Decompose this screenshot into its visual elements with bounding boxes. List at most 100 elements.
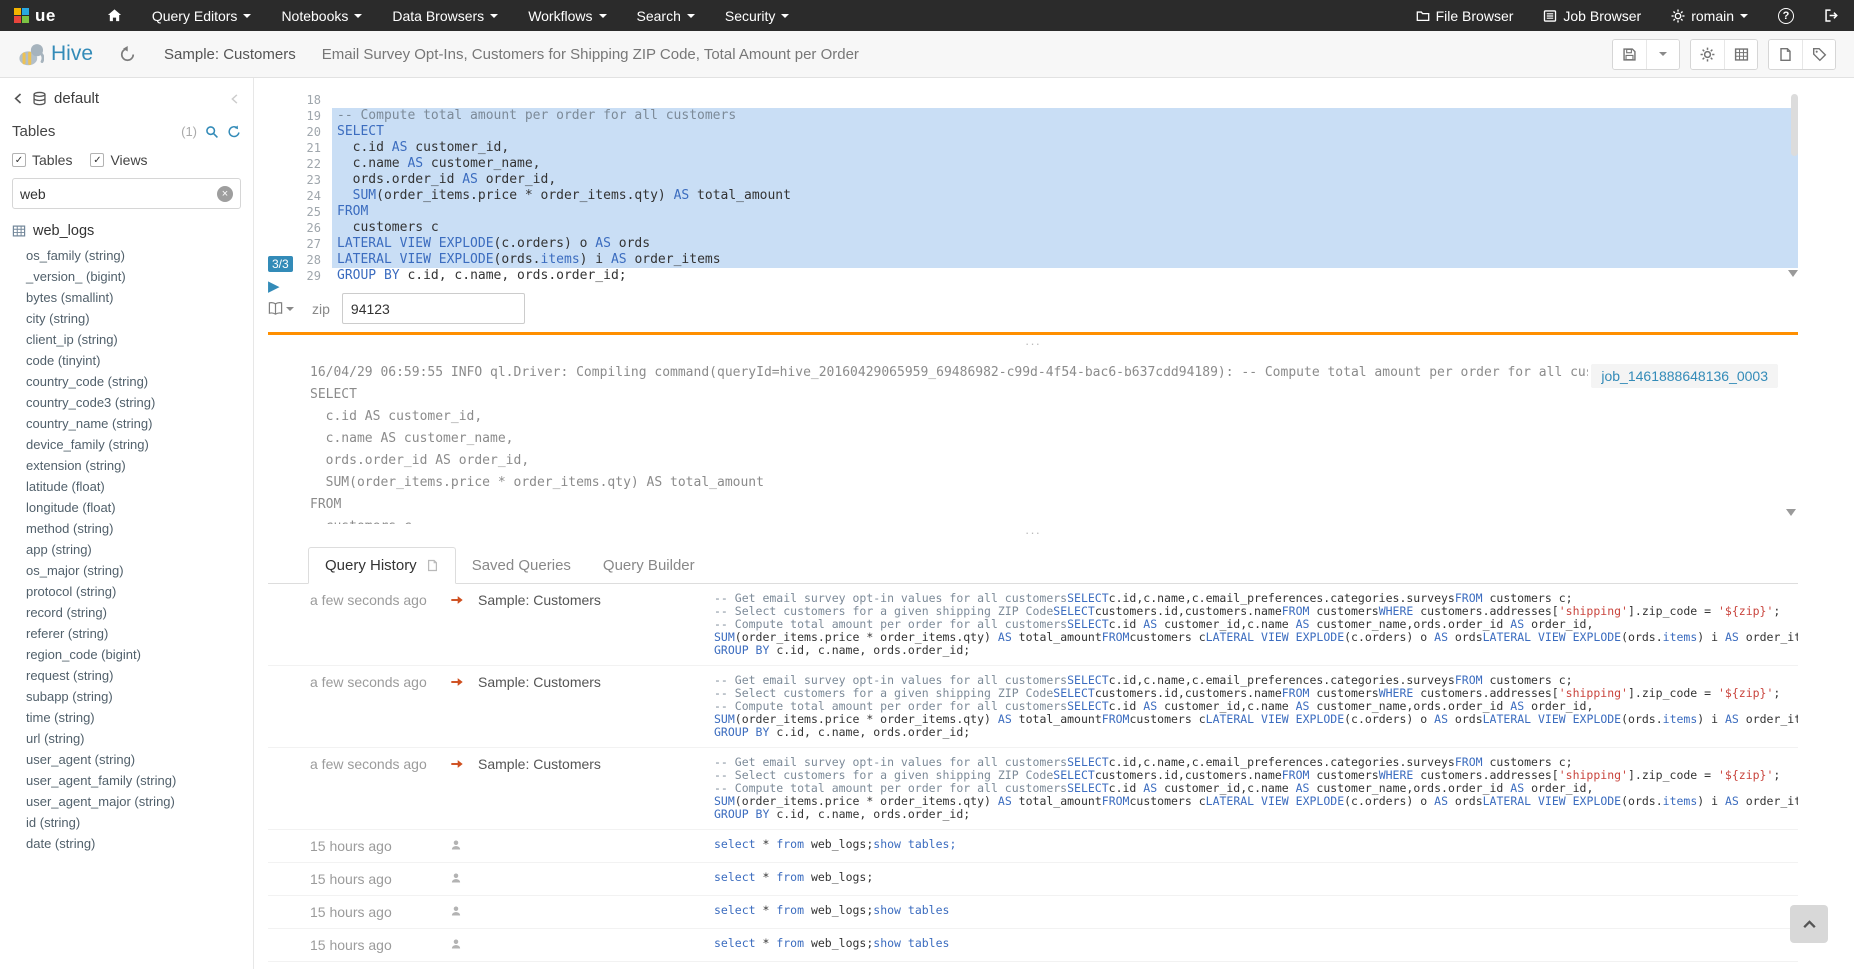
document-button[interactable] [1769, 40, 1802, 69]
job-link[interactable]: job_1461888648136_0003 [1591, 364, 1778, 388]
user-menu[interactable]: romain [1656, 0, 1763, 31]
menu-query-editors[interactable]: Query Editors [137, 0, 267, 31]
variables-toggle[interactable] [268, 301, 294, 316]
menu-workflows[interactable]: Workflows [513, 0, 621, 31]
code-line[interactable]: 22 c.name AS customer_name, [298, 156, 1798, 172]
resize-handle-bottom[interactable]: ··· [268, 527, 1798, 541]
column-item-record[interactable]: record (string) [12, 602, 241, 623]
code-line[interactable]: 28LATERAL VIEW EXPLODE(ords.items) i AS … [298, 252, 1798, 268]
database-name[interactable]: default [54, 90, 99, 107]
history-row[interactable]: 15 hours agoselect * from web_logs;show … [268, 929, 1798, 962]
table-name: web_logs [33, 223, 94, 239]
column-item-method[interactable]: method (string) [12, 518, 241, 539]
column-type: (string) [51, 836, 95, 851]
code-line[interactable]: 19-- Compute total amount per order for … [298, 108, 1798, 124]
history-row[interactable]: 15 hours agoselect * from web_logs; [268, 863, 1798, 896]
user-query-icon [450, 937, 478, 950]
column-item-protocol[interactable]: protocol (string) [12, 581, 241, 602]
history-row[interactable]: a few seconds agoSample: Customers-- Get… [268, 666, 1798, 748]
column-item-country-code[interactable]: country_code (string) [12, 371, 241, 392]
column-item-app[interactable]: app (string) [12, 539, 241, 560]
scroll-to-top-button[interactable] [1790, 905, 1828, 943]
column-item-country-name[interactable]: country_name (string) [12, 413, 241, 434]
column-item-time[interactable]: time (string) [12, 707, 241, 728]
code-line[interactable]: 20SELECT [298, 124, 1798, 140]
column-item-user-agent-family[interactable]: user_agent_family (string) [12, 770, 241, 791]
tab-query-history[interactable]: Query History [308, 547, 456, 584]
file-browser-link[interactable]: File Browser [1401, 0, 1529, 31]
settings-button[interactable] [1691, 40, 1724, 69]
column-item-url[interactable]: url (string) [12, 728, 241, 749]
column-item-device-family[interactable]: device_family (string) [12, 434, 241, 455]
table-item-web-logs[interactable]: web_logs [12, 223, 241, 239]
history-row[interactable]: 15 hours agoselect * from web_logs;show … [268, 896, 1798, 929]
filter-tables-checkbox[interactable]: ✓ Tables [12, 152, 72, 168]
column-item-referer[interactable]: referer (string) [12, 623, 241, 644]
hive-app-link[interactable]: Hive [18, 41, 93, 67]
schedule-button[interactable] [1724, 40, 1757, 69]
table-search-button[interactable] [205, 125, 219, 139]
code-line[interactable]: 25FROM [298, 204, 1798, 220]
refresh-tables-button[interactable] [227, 125, 241, 139]
column-item-city[interactable]: city (string) [12, 308, 241, 329]
history-row[interactable]: 15 hours agoselect * from web_logs;show … [268, 830, 1798, 863]
help-button[interactable]: ? [1763, 0, 1809, 31]
variable-zip-input[interactable] [342, 293, 525, 324]
sql-editor[interactable]: 1819-- Compute total amount per order fo… [298, 92, 1798, 284]
editor-scrollbar-thumb[interactable] [1791, 94, 1798, 156]
column-item-country-code3[interactable]: country_code3 (string) [12, 392, 241, 413]
save-button[interactable] [1613, 40, 1646, 69]
column-item-os-major[interactable]: os_major (string) [12, 560, 241, 581]
column-item--version-[interactable]: _version_ (bigint) [12, 266, 241, 287]
history-row[interactable]: 15 hours agoselect * from web_logs;show … [268, 962, 1798, 969]
tab-query-builder[interactable]: Query Builder [587, 547, 711, 584]
column-item-date[interactable]: date (string) [12, 833, 241, 854]
history-row[interactable]: a few seconds agoSample: Customers-- Get… [268, 748, 1798, 830]
code-line[interactable]: 27LATERAL VIEW EXPLODE(c.orders) o AS or… [298, 236, 1798, 252]
column-item-id[interactable]: id (string) [12, 812, 241, 833]
column-item-client-ip[interactable]: client_ip (string) [12, 329, 241, 350]
column-item-longitude[interactable]: longitude (float) [12, 497, 241, 518]
checkbox-checked-icon: ✓ [90, 153, 104, 167]
clear-filter-button[interactable]: × [217, 186, 233, 202]
execute-button[interactable]: ▶ [268, 279, 280, 294]
code-line[interactable]: 24 SUM(order_items.price * order_items.q… [298, 188, 1798, 204]
column-item-request[interactable]: request (string) [12, 665, 241, 686]
column-item-user-agent-major[interactable]: user_agent_major (string) [12, 791, 241, 812]
column-item-subapp[interactable]: subapp (string) [12, 686, 241, 707]
column-item-region-code[interactable]: region_code (bigint) [12, 644, 241, 665]
column-item-code[interactable]: code (tinyint) [12, 350, 241, 371]
query-description: Email Survey Opt-Ins, Customers for Ship… [322, 46, 859, 63]
collapse-assist-handle[interactable] [229, 93, 241, 105]
logout-button[interactable] [1809, 0, 1854, 31]
job-browser-link[interactable]: Job Browser [1528, 0, 1656, 31]
menu-data-browsers[interactable]: Data Browsers [377, 0, 513, 31]
column-item-extension[interactable]: extension (string) [12, 455, 241, 476]
column-item-bytes[interactable]: bytes (smallint) [12, 287, 241, 308]
history-row[interactable]: a few seconds agoSample: Customers-- Get… [268, 584, 1798, 666]
column-type: (float) [79, 500, 116, 515]
log-scroll-down-icon[interactable] [1786, 509, 1796, 516]
menu-notebooks[interactable]: Notebooks [266, 0, 377, 31]
menu-search[interactable]: Search [622, 0, 710, 31]
column-item-user-agent[interactable]: user_agent (string) [12, 749, 241, 770]
home-button[interactable] [92, 0, 137, 31]
back-button[interactable] [12, 92, 25, 105]
editor-scroll-down-icon[interactable] [1788, 270, 1798, 277]
save-dropdown-button[interactable] [1646, 40, 1679, 69]
code-line[interactable]: 29GROUP BY c.id, c.name, ords.order_id; [298, 268, 1798, 284]
resize-handle-top[interactable]: ··· [268, 338, 1798, 352]
column-item-os-family[interactable]: os_family (string) [12, 245, 241, 266]
tab-saved-queries[interactable]: Saved Queries [456, 547, 587, 584]
code-line[interactable]: 18 [298, 92, 1798, 108]
menu-security[interactable]: Security [710, 0, 805, 31]
recent-queries-button[interactable] [119, 46, 136, 63]
filter-views-checkbox[interactable]: ✓ Views [90, 152, 147, 168]
hue-logo[interactable]: ue [0, 0, 70, 31]
code-line[interactable]: 26 customers c [298, 220, 1798, 236]
column-item-latitude[interactable]: latitude (float) [12, 476, 241, 497]
tags-button[interactable] [1802, 40, 1835, 69]
table-filter-input[interactable] [20, 186, 217, 202]
code-line[interactable]: 21 c.id AS customer_id, [298, 140, 1798, 156]
code-line[interactable]: 23 ords.order_id AS order_id, [298, 172, 1798, 188]
